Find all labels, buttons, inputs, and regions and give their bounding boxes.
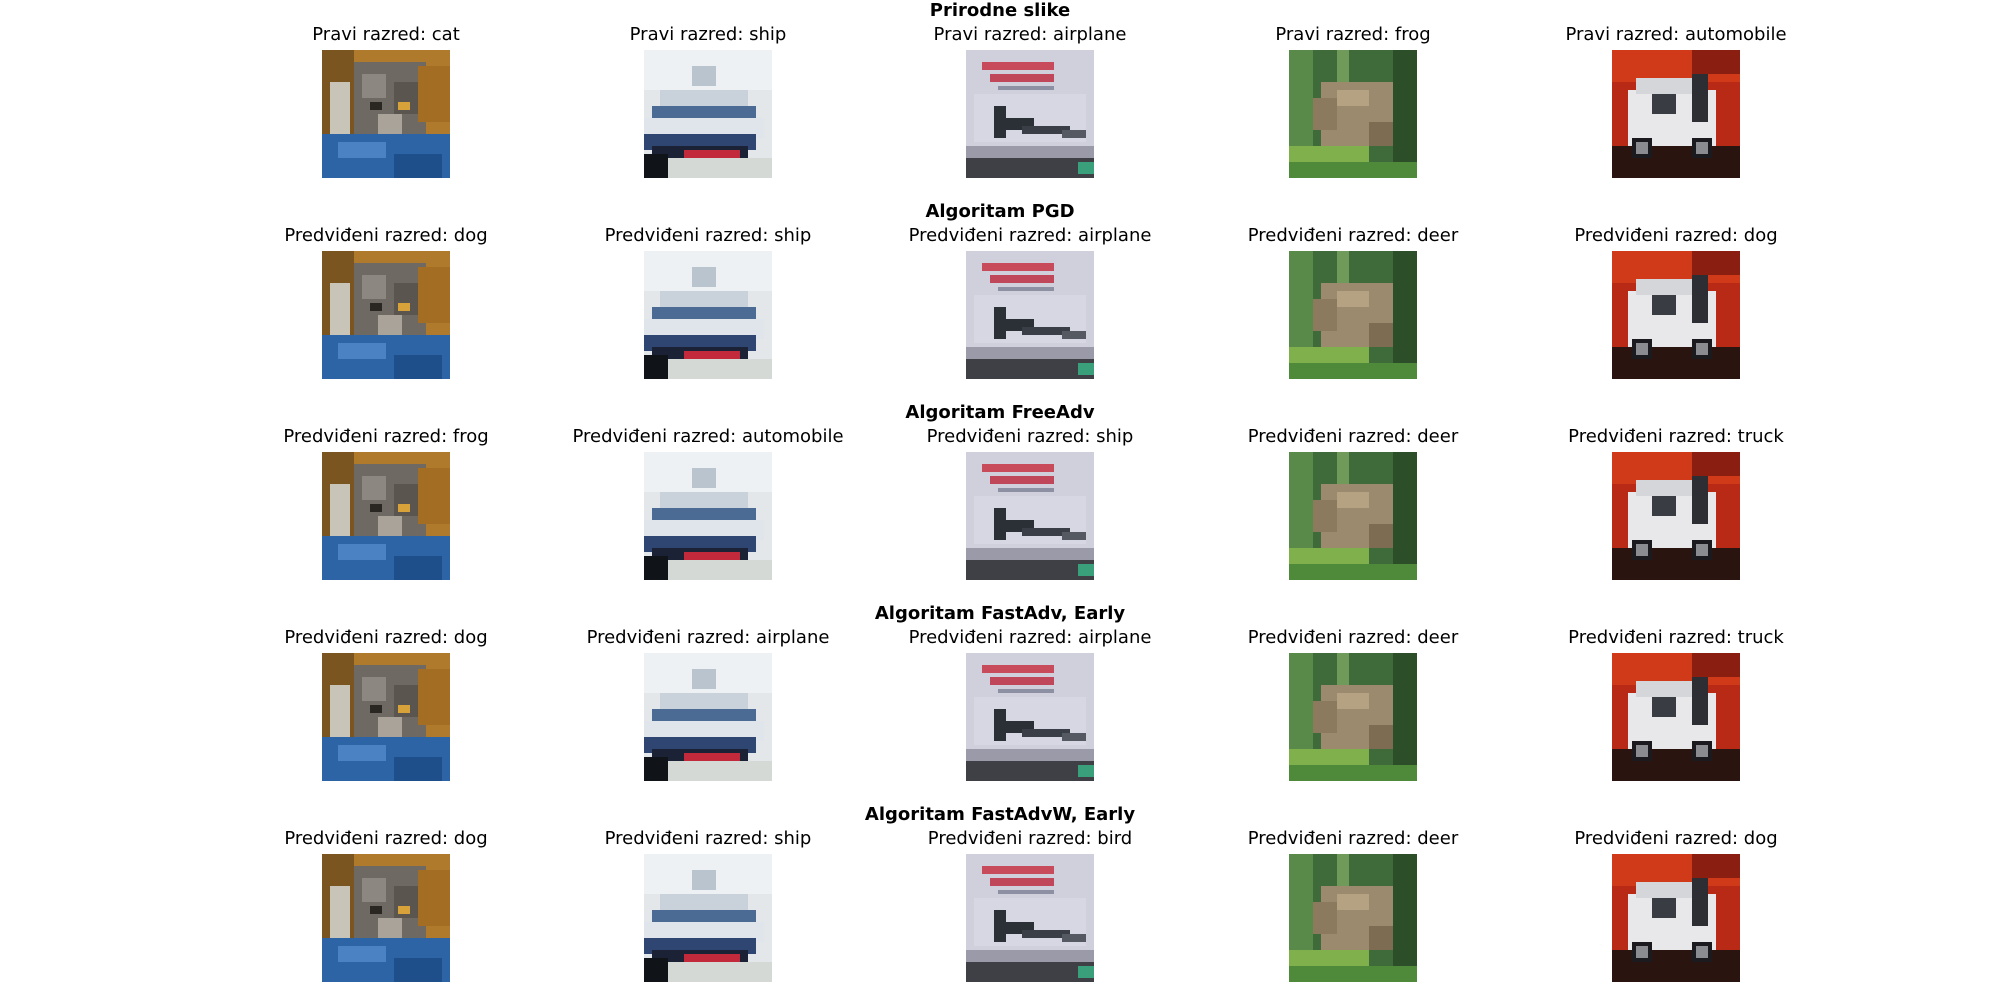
automobile-image	[1612, 452, 1740, 580]
airplane-image	[966, 653, 1094, 781]
image-label: Predviđeni razred: truck	[1568, 627, 1784, 648]
frog-image	[1289, 653, 1417, 781]
frog-image	[1289, 854, 1417, 982]
airplane-image	[966, 251, 1094, 379]
image-label: Predviđeni razred: airplane	[586, 627, 830, 648]
row-title: Prirodne slike	[929, 0, 1071, 21]
image-label: Predviđeni razred: bird	[927, 828, 1133, 849]
row-title: Algoritam PGD	[925, 201, 1075, 222]
image-label: Predviđeni razred: dog	[1574, 225, 1778, 246]
image-label: Pravi razred: automobile	[1565, 24, 1787, 45]
cat-image	[322, 854, 450, 982]
image-label: Predviđeni razred: ship	[926, 426, 1134, 447]
image-label: Predviđeni razred: dog	[1574, 828, 1778, 849]
image-label: Predviđeni razred: airplane	[908, 627, 1152, 648]
row-title: Algoritam FastAdv, Early	[874, 603, 1126, 624]
row-title: Algoritam FreeAdv	[905, 402, 1095, 423]
image-label: Predviđeni razred: deer	[1247, 225, 1459, 246]
frog-image	[1289, 452, 1417, 580]
ship-image	[644, 653, 772, 781]
image-label: Predviđeni razred: ship	[604, 828, 812, 849]
ship-image	[644, 452, 772, 580]
airplane-image	[966, 854, 1094, 982]
image-label: Predviđeni razred: automobile	[572, 426, 844, 447]
image-label: Predviđeni razred: dog	[284, 225, 488, 246]
image-label: Predviđeni razred: deer	[1247, 828, 1459, 849]
cat-image	[322, 251, 450, 379]
image-label: Predviđeni razred: airplane	[908, 225, 1152, 246]
airplane-image	[966, 50, 1094, 178]
cat-image	[322, 653, 450, 781]
image-label: Pravi razred: airplane	[933, 24, 1127, 45]
image-label: Pravi razred: ship	[629, 24, 787, 45]
cat-image	[322, 452, 450, 580]
image-label: Predviđeni razred: truck	[1568, 426, 1784, 447]
image-label: Predviđeni razred: frog	[283, 426, 489, 447]
image-label: Predviđeni razred: deer	[1247, 627, 1459, 648]
ship-image	[644, 251, 772, 379]
ship-image	[644, 854, 772, 982]
image-label: Predviđeni razred: ship	[604, 225, 812, 246]
frog-image	[1289, 251, 1417, 379]
image-label: Pravi razred: frog	[1275, 24, 1431, 45]
automobile-image	[1612, 50, 1740, 178]
row-title: Algoritam FastAdvW, Early	[864, 804, 1136, 825]
automobile-image	[1612, 251, 1740, 379]
frog-image	[1289, 50, 1417, 178]
automobile-image	[1612, 653, 1740, 781]
image-label: Predviđeni razred: dog	[284, 828, 488, 849]
ship-image	[644, 50, 772, 178]
image-label: Predviđeni razred: deer	[1247, 426, 1459, 447]
image-label: Pravi razred: cat	[312, 24, 460, 45]
cat-image	[322, 50, 450, 178]
image-label: Predviđeni razred: dog	[284, 627, 488, 648]
airplane-image	[966, 452, 1094, 580]
automobile-image	[1612, 854, 1740, 982]
